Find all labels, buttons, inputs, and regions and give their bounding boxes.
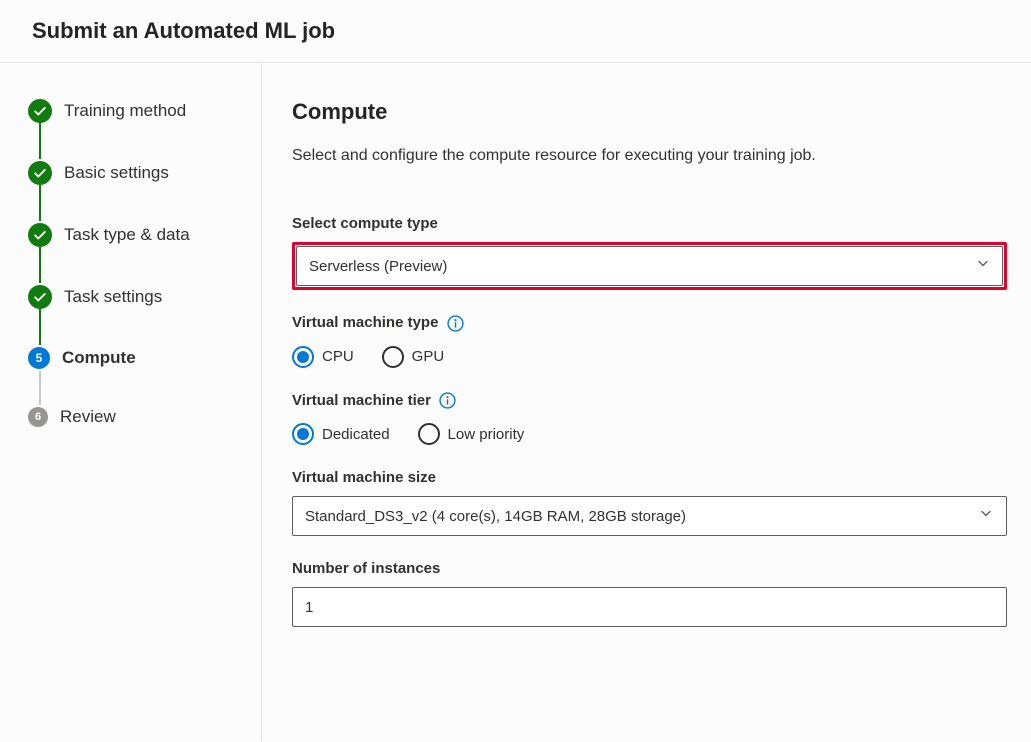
body: Training method Basic settings Task type… (0, 63, 1031, 741)
info-icon[interactable] (439, 392, 456, 409)
step-compute[interactable]: 5 Compute (28, 347, 241, 407)
step-task-settings[interactable]: Task settings (28, 285, 241, 347)
compute-type-label: Select compute type (292, 215, 1007, 232)
radio-icon (382, 346, 404, 368)
compute-type-select[interactable]: Serverless (Preview) (296, 246, 1003, 286)
radio-label: Low priority (448, 426, 525, 443)
check-icon (28, 161, 52, 185)
page-title: Submit an Automated ML job (32, 18, 999, 44)
radio-label: Dedicated (322, 426, 390, 443)
radio-label: CPU (322, 348, 354, 365)
compute-type-group: Select compute type Serverless (Preview) (292, 215, 1007, 290)
section-title: Compute (292, 99, 1007, 125)
step-list: Training method Basic settings Task type… (28, 99, 241, 427)
vm-tier-radio-row: Dedicated Low priority (292, 423, 1007, 445)
header: Submit an Automated ML job (0, 0, 1031, 63)
instances-label: Number of instances (292, 560, 1007, 577)
step-number-icon: 5 (28, 347, 50, 369)
check-icon (28, 99, 52, 123)
info-icon[interactable] (447, 315, 464, 332)
vm-type-group: Virtual machine type CPU GPU (292, 314, 1007, 368)
instances-input[interactable] (292, 587, 1007, 627)
vm-type-label: Virtual machine type (292, 314, 1007, 332)
compute-type-select-wrap: Serverless (Preview) (292, 242, 1007, 290)
vm-tier-low-priority-radio[interactable]: Low priority (418, 423, 525, 445)
step-label: Training method (64, 101, 186, 121)
radio-icon (292, 346, 314, 368)
vm-tier-group: Virtual machine tier Dedicated Low prior… (292, 392, 1007, 446)
step-label: Compute (62, 348, 136, 368)
vm-size-select[interactable]: Standard_DS3_v2 (4 core(s), 14GB RAM, 28… (292, 496, 1007, 536)
step-label: Basic settings (64, 163, 169, 183)
vm-size-select-wrap: Standard_DS3_v2 (4 core(s), 14GB RAM, 28… (292, 496, 1007, 536)
radio-icon (292, 423, 314, 445)
radio-icon (418, 423, 440, 445)
main-panel: Compute Select and configure the compute… (262, 63, 1031, 741)
step-label: Task type & data (64, 225, 190, 245)
step-training-method[interactable]: Training method (28, 99, 241, 161)
check-icon (28, 285, 52, 309)
step-label: Task settings (64, 287, 162, 307)
vm-tier-dedicated-radio[interactable]: Dedicated (292, 423, 390, 445)
vm-size-label: Virtual machine size (292, 469, 1007, 486)
vm-type-radio-row: CPU GPU (292, 346, 1007, 368)
radio-label: GPU (412, 348, 445, 365)
step-review[interactable]: 6 Review (28, 407, 241, 427)
vm-size-value: Standard_DS3_v2 (4 core(s), 14GB RAM, 28… (305, 508, 686, 525)
wizard-sidebar: Training method Basic settings Task type… (0, 63, 262, 741)
check-icon (28, 223, 52, 247)
step-basic-settings[interactable]: Basic settings (28, 161, 241, 223)
vm-type-gpu-radio[interactable]: GPU (382, 346, 445, 368)
vm-size-group: Virtual machine size Standard_DS3_v2 (4 … (292, 469, 1007, 536)
compute-type-value: Serverless (Preview) (309, 258, 447, 275)
vm-type-cpu-radio[interactable]: CPU (292, 346, 354, 368)
section-description: Select and configure the compute resourc… (292, 147, 1007, 165)
vm-tier-label: Virtual machine tier (292, 392, 1007, 410)
step-task-type-data[interactable]: Task type & data (28, 223, 241, 285)
step-label: Review (60, 407, 116, 427)
step-number-icon: 6 (28, 407, 48, 427)
instances-group: Number of instances (292, 560, 1007, 627)
